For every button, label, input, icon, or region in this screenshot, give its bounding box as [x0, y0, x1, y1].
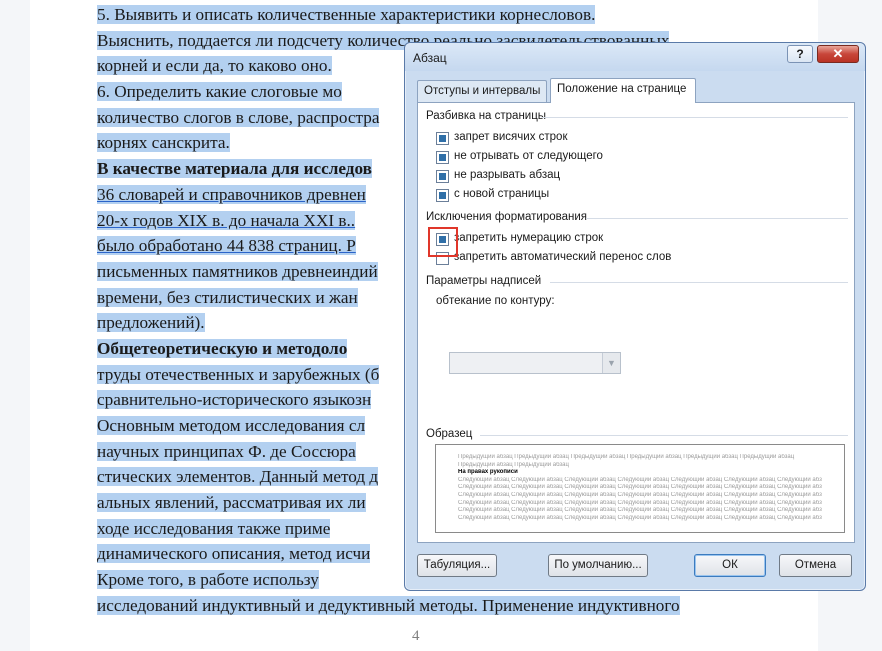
exceptions-heading: Исключения форматирования: [426, 211, 588, 223]
divider: [586, 218, 848, 219]
preview-next-line: Следующий абзац Следующий абзац Следующи…: [458, 476, 822, 483]
preview-next-line: Следующий абзац Следующий абзац Следующи…: [458, 491, 822, 498]
set-default-button[interactable]: По умолчанию...: [548, 554, 648, 577]
widow-control-label: запрет висячих строк: [454, 131, 568, 143]
dialog-titlebar[interactable]: Абзац ? ✕: [405, 43, 865, 71]
divider: [480, 435, 848, 436]
help-button[interactable]: ?: [787, 45, 813, 63]
keep-lines-together-label: не разрывать абзац: [454, 169, 561, 181]
preview-next-line: Следующий абзац Следующий абзац Следующи…: [458, 507, 822, 514]
pagination-heading: Разбивка на страницы: [426, 110, 547, 122]
divider: [550, 282, 848, 283]
preview-box: Предыдущий абзац Предыдущий абзац Предыд…: [435, 444, 845, 533]
preview-next-line: Следующий абзац Следующий абзац Следующи…: [458, 499, 822, 506]
preview-current-line: На правах рукописи: [458, 469, 518, 476]
doc-line: исследований индуктивный и дедуктивный м…: [97, 595, 680, 615]
preview-heading: Образец: [426, 428, 473, 440]
tab-line-page-breaks[interactable]: Положение на странице: [550, 78, 696, 103]
ok-button[interactable]: ОК: [694, 554, 766, 577]
suppress-line-numbers-label: запретить нумерацию строк: [454, 232, 604, 244]
paragraph-dialog: Абзац ? ✕ Отступы и интервалы Положение …: [404, 42, 866, 591]
highlight-annotation: [428, 227, 458, 257]
chevron-down-icon[interactable]: ▼: [602, 353, 620, 373]
page-break-before-label: с новой страницы: [454, 188, 550, 200]
preview-prev-line: Предыдущий абзац Предыдущий абзац: [458, 461, 569, 468]
textbox-heading: Параметры надписей: [426, 275, 542, 287]
tight-wrap-select[interactable]: ▼: [449, 352, 621, 374]
preview-next-line: Следующий абзац Следующий абзац Следующи…: [458, 514, 822, 521]
page-number: 4: [412, 628, 420, 644]
tight-wrap-label: обтекание по контуру:: [436, 295, 555, 307]
dialog-title: Абзац: [413, 51, 447, 65]
close-button[interactable]: ✕: [817, 45, 859, 63]
tab-indents-spacing[interactable]: Отступы и интервалы: [417, 80, 547, 102]
keep-with-next-label: не отрывать от следующего: [454, 150, 603, 162]
divider: [542, 117, 848, 118]
tabs-button[interactable]: Табуляция...: [417, 554, 497, 577]
keep-with-next-checkbox[interactable]: [436, 151, 449, 164]
preview-prev-line: Предыдущий абзац Предыдущий абзац Предыд…: [458, 454, 795, 460]
widow-control-checkbox[interactable]: [436, 132, 449, 145]
left-gutter: [0, 0, 30, 651]
keep-lines-together-checkbox[interactable]: [436, 170, 449, 183]
page-break-before-checkbox[interactable]: [436, 189, 449, 202]
doc-line: 5. Выявить и описать количественные хара…: [97, 5, 596, 24]
preview-next-line: Следующий абзац Следующий абзац Следующи…: [458, 484, 822, 491]
dont-hyphenate-label: запретить автоматический перенос слов: [454, 251, 672, 263]
cancel-button[interactable]: Отмена: [779, 554, 852, 577]
